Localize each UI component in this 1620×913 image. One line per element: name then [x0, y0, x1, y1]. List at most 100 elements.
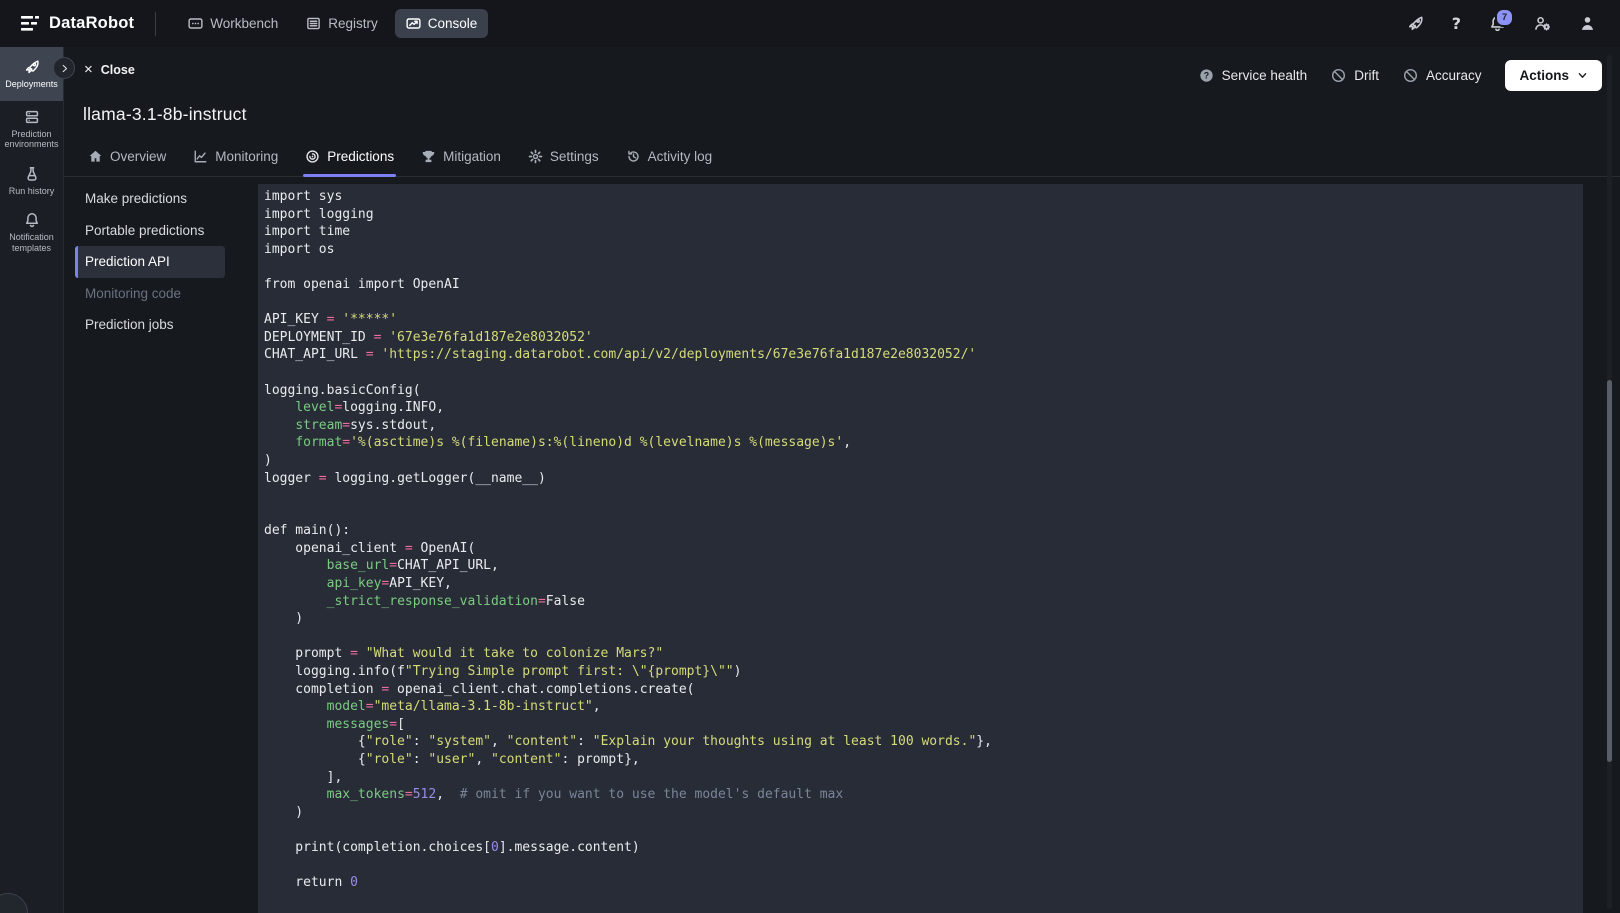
subnav-item-prediction-api[interactable]: Prediction API: [75, 246, 225, 278]
expand-sidebar-button[interactable]: [53, 57, 75, 79]
history-icon: [626, 149, 641, 164]
status-label: Drift: [1354, 68, 1379, 83]
environments-icon: [24, 109, 40, 125]
tab-bar: Overview Monitoring Predictions Mitigation S…: [63, 136, 1620, 177]
predictions-subnav: Make predictionsPortable predictionsPred…: [75, 183, 225, 341]
tab-label: Activity log: [648, 149, 713, 164]
code-line: openai_client = OpenAI(: [264, 540, 1573, 558]
rail-item-run-history[interactable]: Run history: [0, 158, 63, 205]
top-nav-item-console[interactable]: Console: [395, 9, 489, 38]
status-drift[interactable]: Drift: [1331, 68, 1379, 83]
prediction-api-code: import sysimport loggingimport timeimpor…: [264, 188, 1573, 892]
code-line: completion = openai_client.chat.completi…: [264, 681, 1573, 699]
brand-name: DataRobot: [49, 14, 134, 33]
tab-activity-log[interactable]: Activity log: [626, 136, 713, 176]
code-line: _strict_response_validation=False: [264, 593, 1573, 611]
tab-predictions[interactable]: Predictions: [305, 136, 394, 176]
rocket-button[interactable]: [1407, 15, 1424, 32]
gear-icon: [528, 149, 543, 164]
code-line: [264, 505, 1573, 523]
nav-divider: [155, 12, 156, 36]
code-line: CHAT_API_URL = 'https://staging.datarobo…: [264, 346, 1573, 364]
brand[interactable]: DataRobot: [20, 14, 134, 33]
code-line: import sys: [264, 188, 1573, 206]
rocket-icon: [1407, 15, 1424, 32]
code-line: [264, 258, 1573, 276]
code-line: return 0: [264, 874, 1573, 892]
trophy-icon: [421, 149, 436, 164]
subnav-item-make-predictions[interactable]: Make predictions: [75, 183, 225, 215]
top-nav-item-workbench[interactable]: Workbench: [177, 9, 289, 38]
notification-count-badge: 7: [1495, 8, 1514, 27]
status-row: Actions ?Service health Drift Accuracy: [1199, 56, 1602, 94]
rail-item-label: Notification templates: [2, 232, 61, 253]
code-line: DEPLOYMENT_ID = '67e3e76fa1d187e2e803205…: [264, 329, 1573, 347]
profile-button[interactable]: [1579, 15, 1596, 32]
status-service-health[interactable]: ?Service health: [1199, 68, 1308, 83]
code-line: import time: [264, 223, 1573, 241]
code-line: level=logging.INFO,: [264, 399, 1573, 417]
datarobot-logo-icon: [20, 15, 40, 32]
code-line: print(completion.choices[0].message.cont…: [264, 839, 1573, 857]
bell-icon: [24, 212, 40, 228]
console-icon: [406, 16, 421, 31]
actions-button[interactable]: Actions: [1505, 60, 1602, 91]
code-line: [264, 364, 1573, 382]
close-button[interactable]: × Close: [84, 63, 135, 77]
rail-item-prediction-environments[interactable]: Prediction environments: [0, 101, 63, 158]
code-line: logging.info(f"Trying Simple prompt firs…: [264, 663, 1573, 681]
rail-item-notification-templates[interactable]: Notification templates: [0, 204, 63, 261]
user-settings-button[interactable]: [1534, 15, 1551, 32]
subnav-item-portable-predictions[interactable]: Portable predictions: [75, 215, 225, 247]
status-label: Accuracy: [1426, 68, 1482, 83]
tab-label: Predictions: [327, 149, 394, 164]
disabled-icon: [1331, 68, 1346, 83]
code-line: stream=sys.stdout,: [264, 417, 1573, 435]
code-line: logger = logging.getLogger(__name__): [264, 470, 1573, 488]
top-nav-item-label: Registry: [328, 16, 378, 31]
close-icon: ×: [84, 64, 93, 76]
tab-label: Monitoring: [215, 149, 278, 164]
code-line: ): [264, 804, 1573, 822]
code-line: API_KEY = '*****': [264, 311, 1573, 329]
code-line: def main():: [264, 522, 1573, 540]
tab-label: Settings: [550, 149, 599, 164]
code-line: max_tokens=512, # omit if you want to us…: [264, 786, 1573, 804]
top-nav-right-icons: ?7: [1407, 0, 1596, 47]
code-line: [264, 487, 1573, 505]
code-panel[interactable]: import sysimport loggingimport timeimpor…: [258, 184, 1583, 913]
code-line: model="meta/llama-3.1-8b-instruct",: [264, 698, 1573, 716]
home-icon: [88, 149, 103, 164]
code-line: base_url=CHAT_API_URL,: [264, 557, 1573, 575]
tab-settings[interactable]: Settings: [528, 136, 599, 176]
subnav-item-monitoring-code: Monitoring code: [75, 278, 225, 310]
code-line: ): [264, 452, 1573, 470]
tab-mitigation[interactable]: Mitigation: [421, 136, 501, 176]
rail-item-deployments[interactable]: Deployments: [0, 47, 63, 101]
page-title: llama-3.1-8b-instruct: [83, 104, 247, 125]
help-icon: ?: [1452, 14, 1461, 33]
question-circle-icon: ?: [1199, 68, 1214, 83]
notifications-bell-button[interactable]: 7: [1489, 15, 1506, 32]
monitoring-icon: [193, 149, 208, 164]
chevron-right-icon: [59, 63, 70, 74]
chevron-down-icon: [1577, 70, 1588, 81]
tab-overview[interactable]: Overview: [88, 136, 166, 176]
code-line: format='%(asctime)s %(filename)s:%(linen…: [264, 434, 1573, 452]
code-line: {"role": "user", "content": prompt},: [264, 751, 1573, 769]
tab-monitoring[interactable]: Monitoring: [193, 136, 278, 176]
app-window: DataRobot WorkbenchRegistryConsole ?7 De…: [0, 0, 1620, 913]
help-button[interactable]: ?: [1452, 14, 1461, 33]
left-rail: DeploymentsPrediction environments Run hi…: [0, 47, 64, 913]
top-nav-item-label: Console: [428, 16, 478, 31]
rail-item-label: Run history: [9, 186, 55, 197]
code-line: [264, 857, 1573, 875]
subnav-item-prediction-jobs[interactable]: Prediction jobs: [75, 309, 225, 341]
scrollbar-thumb[interactable]: [1607, 380, 1612, 762]
code-line: api_key=API_KEY,: [264, 575, 1573, 593]
svg-text:?: ?: [1203, 70, 1208, 80]
code-line: import os: [264, 241, 1573, 259]
top-nav-item-registry[interactable]: Registry: [295, 9, 389, 38]
code-line: [264, 294, 1573, 312]
status-accuracy[interactable]: Accuracy: [1403, 68, 1482, 83]
